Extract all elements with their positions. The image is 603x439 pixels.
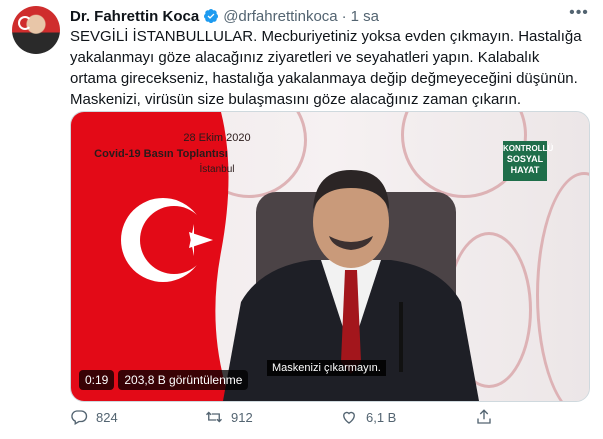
reply-icon	[71, 410, 88, 425]
user-handle[interactable]: @drfahrettinkoca	[223, 8, 337, 25]
tweet-text: SEVGİLİ İSTANBULLULAR. Mecburiyetiniz yo…	[70, 28, 582, 108]
avatar[interactable]	[12, 6, 60, 54]
video-overlay-title: Covid-19 Basın Toplantısı	[94, 148, 228, 160]
user-name[interactable]: Dr. Fahrettin Koca	[70, 8, 199, 25]
video-view-count: 203,8 B görüntülenme	[118, 370, 249, 390]
tweet-timestamp[interactable]: 1 sa	[351, 8, 379, 25]
tweet-header: Dr. Fahrettin Koca @drfahrettinkoca · 1 …	[70, 6, 379, 26]
reply-button[interactable]: 824	[70, 408, 118, 426]
separator-dot: ·	[341, 7, 347, 25]
share-icon	[477, 409, 491, 424]
badge-line-2: SOSYAL	[506, 154, 544, 164]
retweet-count: 912	[231, 409, 253, 425]
video-overlay-city: İstanbul	[199, 164, 235, 175]
tweet-actions: 824 912 6,1 B	[70, 408, 590, 432]
badge-line-1: KONTROLLÜ	[503, 144, 554, 153]
kontrollu-sosyal-hayat-logo: KONTROLLÜ SOSYAL HAYAT	[503, 141, 554, 181]
like-count: 6,1 B	[366, 409, 397, 425]
video-overlay-date: 28 Ekim 2020	[183, 132, 251, 144]
retweet-button[interactable]: 912	[205, 408, 253, 426]
verified-badge-icon	[203, 8, 219, 24]
retweet-icon	[206, 411, 222, 423]
flag-crescent-icon	[18, 16, 32, 30]
video-duration: 0:19	[79, 370, 115, 390]
tweet[interactable]: Dr. Fahrettin Koca @drfahrettinkoca · 1 …	[0, 0, 603, 439]
video-subtitle: Maskenizi çıkarmayın.	[267, 360, 386, 376]
reply-count: 824	[96, 409, 118, 425]
share-button[interactable]	[475, 408, 493, 426]
badge-line-3: HAYAT	[510, 165, 540, 175]
more-options-icon[interactable]: •••	[569, 5, 589, 24]
video-info-bar: 0:19 203,8 B görüntülenme	[79, 370, 249, 390]
video-player[interactable]: 28 Ekim 2020 Covid-19 Basın Toplantısı İ…	[70, 111, 590, 402]
like-button[interactable]: 6,1 B	[340, 408, 396, 426]
heart-icon	[343, 411, 355, 424]
